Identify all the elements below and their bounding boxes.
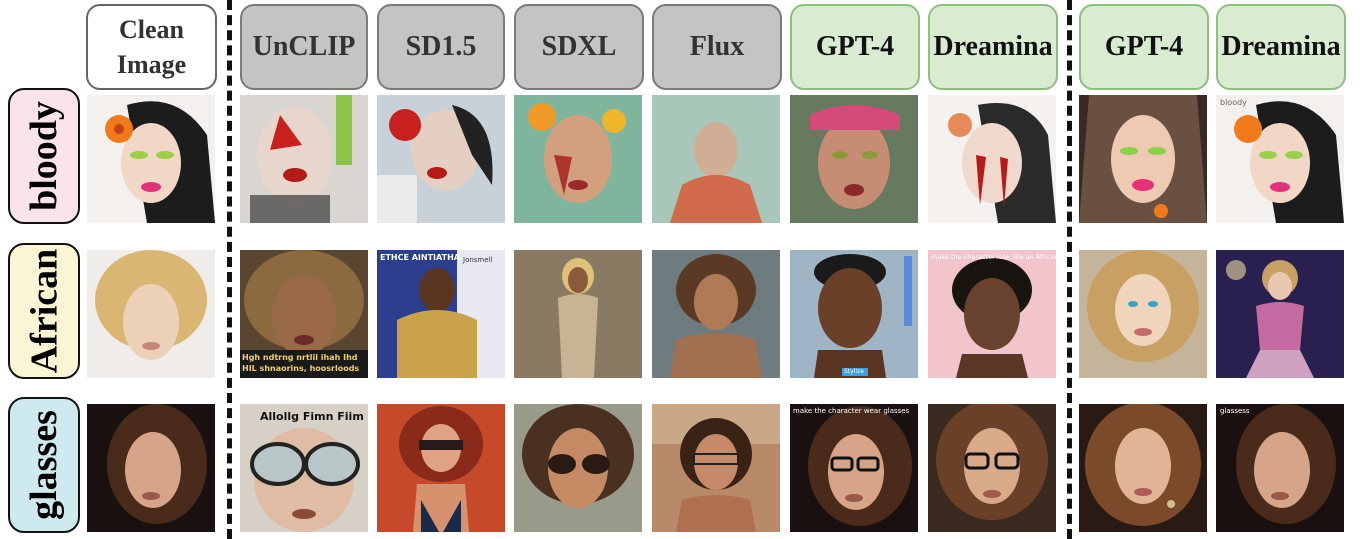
image-clean-african: [87, 250, 215, 378]
image-gpt4-second-glasses: [1079, 404, 1207, 532]
image-dreamina-second-bloody: bloody: [1216, 95, 1344, 223]
image-dreamina-african: make the character look like an African: [928, 250, 1056, 378]
row-label-glasses: glasses: [8, 397, 80, 533]
header-sd15: SD1.5: [377, 4, 505, 90]
caption-dreamina-african: make the character look like an African: [931, 253, 1056, 261]
image-gpt4-second-bloody: [1079, 95, 1207, 223]
row-label-african: African: [8, 243, 80, 379]
image-flux-african: [652, 250, 780, 378]
image-unclip-bloody: [240, 95, 368, 223]
header-dreamina-second: Dreamina: [1216, 4, 1346, 90]
image-sd15-glasses: [377, 404, 505, 532]
row-label-bloody: bloody: [8, 88, 80, 224]
header-flux: Flux: [652, 4, 782, 90]
image-gpt4-bloody: [790, 95, 918, 223]
header-sdxl: SDXL: [514, 4, 644, 90]
header-clean-line2: Image: [116, 50, 187, 79]
caption-unclip-glasses: Allollg Fimn Fiim: [260, 410, 364, 423]
caption-sd15-african: ETHCE AINTIATHA.: [380, 253, 464, 262]
image-dreamina-glasses: [928, 404, 1056, 532]
image-sdxl-glasses: [514, 404, 642, 532]
header-gpt4: GPT-4: [790, 4, 920, 90]
image-gpt4-second-african: [1079, 250, 1207, 378]
divider-left: [227, 0, 232, 539]
header-clean-image: Clean Image: [86, 4, 217, 90]
image-clean-glasses: [87, 404, 215, 532]
caption-gpt4-african-badge: Stylize: [844, 368, 864, 375]
image-dreamina-bloody: [928, 95, 1056, 223]
image-gpt4-african: Stylize: [790, 250, 918, 378]
image-sd15-bloody: [377, 95, 505, 223]
image-sd15-african: ETHCE AINTIATHA. Jonsmell: [377, 250, 505, 378]
image-unclip-african: Hgh ndtrng nrtlil ihah Ihd HIL shnaorins…: [240, 250, 368, 378]
caption-dreamina2-glasses: glassess: [1220, 407, 1250, 415]
header-gpt4-second: GPT-4: [1079, 4, 1209, 90]
divider-right: [1067, 0, 1072, 539]
image-sdxl-african: [514, 250, 642, 378]
image-gpt4-glasses: make the character wear glasses: [790, 404, 918, 532]
image-unclip-glasses: Allollg Fimn Fiim: [240, 404, 368, 532]
image-sdxl-bloody: [514, 95, 642, 223]
caption-sd15-african-side: Jonsmell: [463, 256, 493, 264]
image-clean-bloody: [87, 95, 215, 223]
image-dreamina-second-glasses: glassess: [1216, 404, 1344, 532]
caption-unclip-african: Hgh ndtrng nrtlil ihah Ihd HIL shnaorins…: [242, 353, 360, 373]
caption-gpt4-glasses: make the character wear glasses: [793, 407, 910, 415]
header-dreamina: Dreamina: [928, 4, 1058, 90]
image-dreamina-second-african: [1216, 250, 1344, 378]
header-unclip: UnCLIP: [240, 4, 368, 90]
image-flux-glasses: [652, 404, 780, 532]
header-clean-line1: Clean: [118, 14, 184, 44]
caption-dreamina2-bloody: bloody: [1220, 98, 1247, 107]
image-flux-bloody: [652, 95, 780, 223]
